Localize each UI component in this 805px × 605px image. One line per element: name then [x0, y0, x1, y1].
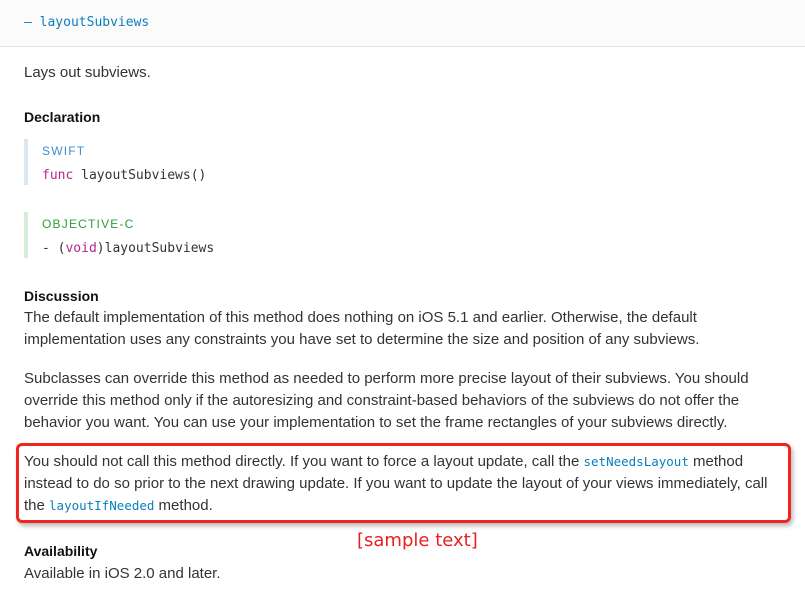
objc-declaration: OBJECTIVE-C - (void)layoutSubviews [24, 212, 302, 258]
set-needs-layout-link[interactable]: setNeedsLayout [584, 454, 689, 469]
annotation-note: [sample text] [357, 530, 478, 551]
objc-language-label: OBJECTIVE-C [42, 217, 135, 231]
discussion-paragraph-2: Subclasses can override this method as n… [24, 370, 749, 431]
availability-heading: Availability [24, 543, 98, 559]
method-abstract: Lays out subviews. [24, 64, 151, 81]
discussion-paragraph-3: You should not call this method directly… [24, 451, 784, 517]
discussion-heading: Discussion [24, 288, 99, 304]
method-title: – layoutSubviews [24, 15, 150, 30]
swift-language-label: SWIFT [42, 144, 86, 158]
objc-signature-text: )layoutSubviews [96, 241, 215, 256]
objc-prefix: - ( [42, 241, 66, 256]
paragraph-3-text-3: method. [154, 497, 213, 514]
objc-signature: - (void)layoutSubviews [42, 240, 302, 258]
swift-signature: func layoutSubviews() [42, 167, 302, 185]
swift-signature-text: layoutSubviews() [73, 168, 207, 183]
discussion-paragraph-1: The default implementation of this metho… [24, 309, 700, 348]
objc-keyword: void [65, 241, 97, 256]
paragraph-3-text-1: You should not call this method directly… [24, 453, 584, 470]
layout-if-needed-link[interactable]: layoutIfNeeded [49, 498, 154, 513]
swift-declaration: SWIFT func layoutSubviews() [24, 139, 302, 185]
availability-text: Available in iOS 2.0 and later. [24, 565, 221, 582]
declaration-heading: Declaration [24, 109, 101, 125]
method-header-bar: – layoutSubviews [0, 0, 805, 47]
swift-keyword: func [42, 168, 74, 183]
